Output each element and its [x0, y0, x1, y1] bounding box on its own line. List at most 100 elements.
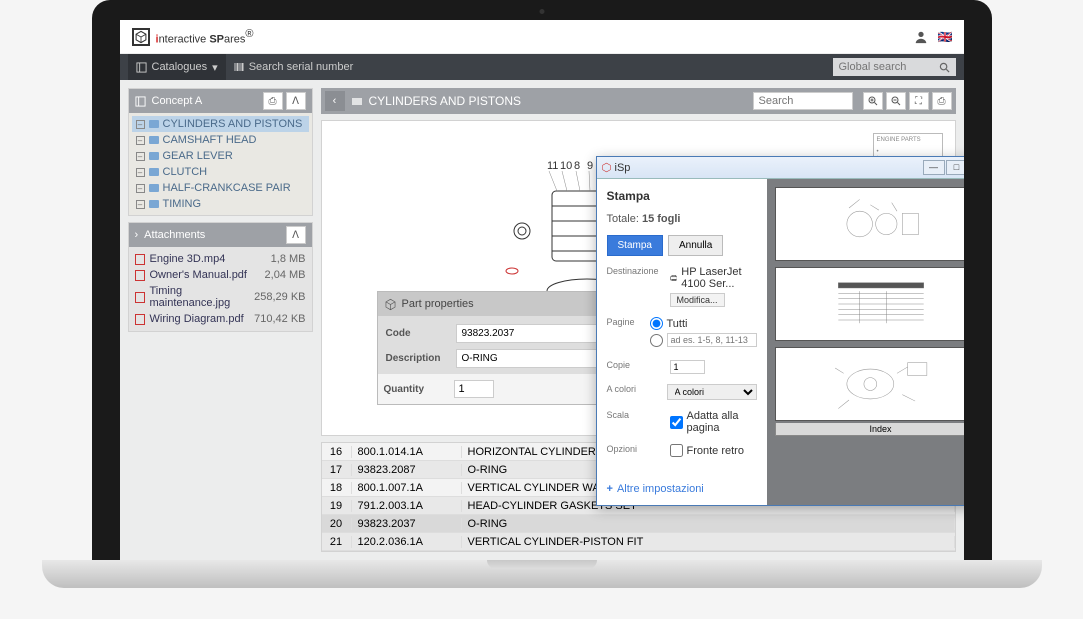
print-button[interactable]: Stampa	[607, 235, 663, 256]
tree-item-label: GEAR LEVER	[163, 150, 233, 162]
flag-icon[interactable]: 🇬🇧	[938, 30, 952, 44]
pages-all-radio[interactable]	[650, 317, 663, 330]
preview-page[interactable]	[775, 347, 964, 421]
tree-item[interactable]: –TIMING	[132, 196, 309, 212]
attachment-row[interactable]: Owner's Manual.pdf2,04 MB	[135, 267, 306, 283]
print-icon[interactable]: ⎙	[932, 92, 952, 110]
expand-icon[interactable]: –	[136, 152, 145, 161]
expand-icon[interactable]: –	[136, 200, 145, 209]
zoom-out-icon[interactable]	[886, 92, 906, 110]
folder-icon	[149, 136, 159, 144]
attachment-name: Wiring Diagram.pdf	[150, 313, 255, 325]
svg-text:11: 11	[547, 160, 558, 172]
modify-button[interactable]: Modifica...	[670, 293, 725, 307]
pages-all-label: Tutti	[667, 318, 688, 330]
user-icon[interactable]	[914, 30, 928, 44]
printer-icon	[670, 273, 678, 283]
tree-item[interactable]: – CYLINDERS AND PISTONS	[132, 116, 309, 132]
logo-icon	[132, 28, 150, 46]
preview-index: Index	[775, 423, 964, 436]
file-icon	[135, 314, 145, 325]
dialog-title: Part properties	[402, 298, 474, 310]
attachment-size: 1,8 MB	[271, 253, 306, 265]
catalogues-label: Catalogues	[152, 61, 208, 73]
attachment-size: 258,29 KB	[254, 291, 305, 303]
fit-page-checkbox[interactable]	[670, 416, 683, 429]
fullscreen-icon[interactable]: ⛶	[909, 92, 929, 110]
description-label: Description	[386, 353, 456, 364]
back-button[interactable]: ‹	[325, 91, 345, 111]
diagram-search-input[interactable]	[753, 92, 853, 110]
folder-icon	[149, 120, 159, 128]
search-icon[interactable]	[933, 62, 956, 73]
table-row[interactable]: 2093823.2037O-RING	[322, 515, 955, 533]
table-row[interactable]: 21120.2.036.1AVERTICAL CYLINDER-PISTON F…	[322, 533, 955, 551]
print-dialog: iSp — □ ✕ Stampa Totale: 15 fogli	[596, 156, 964, 506]
main-header: ‹ CYLINDERS AND PISTONS ⛶ ⎙	[321, 88, 956, 114]
tree-item[interactable]: – CAMSHAFT HEAD	[132, 132, 309, 148]
tree-item-label: CYLINDERS AND PISTONS	[163, 118, 303, 130]
serial-search[interactable]: Search serial number	[226, 54, 362, 80]
attachments-header: › Attachments ᐱ	[129, 223, 312, 247]
attachment-name: Timing maintenance.jpg	[150, 285, 255, 309]
minimize-button[interactable]: —	[923, 160, 945, 175]
fit-page-label: Adatta alla pagina	[687, 410, 757, 434]
row-code: 120.2.036.1A	[352, 536, 462, 548]
folder-icon	[351, 95, 363, 107]
attachment-size: 2,04 MB	[265, 269, 306, 281]
expand-icon[interactable]: –	[136, 136, 145, 145]
print-preview[interactable]: Index	[767, 179, 964, 505]
nav-bar: Catalogues ▾ Search serial number	[120, 54, 964, 80]
tree-item-label: CAMSHAFT HEAD	[163, 134, 257, 146]
tree-item[interactable]: – HALF-CRANKCASE PAIR	[132, 180, 309, 196]
destination-label: Destinazione	[607, 266, 662, 276]
pages-range-input[interactable]	[667, 333, 757, 347]
expand-icon[interactable]: –	[136, 168, 145, 177]
expand-icon[interactable]: –	[136, 120, 145, 129]
folder-icon	[149, 184, 159, 192]
tree-title: Concept A	[152, 95, 203, 107]
svg-text:8: 8	[574, 160, 580, 172]
pages-label: Pagine	[607, 317, 642, 327]
quantity-input[interactable]	[454, 380, 494, 398]
preview-page[interactable]	[775, 187, 964, 261]
window-titlebar[interactable]: iSp — □ ✕	[597, 157, 964, 179]
color-select[interactable]: A colori	[667, 384, 757, 400]
more-settings-link[interactable]: +Altre impostazioni	[607, 483, 757, 495]
duplex-checkbox[interactable]	[670, 444, 683, 457]
attachment-row[interactable]: Wiring Diagram.pdf710,42 KB	[135, 311, 306, 327]
tree-item[interactable]: – GEAR LEVER	[132, 148, 309, 164]
global-search-input[interactable]	[833, 58, 933, 76]
attachments-panel: › Attachments ᐱ Engine 3D.mp41,8 MB Owne…	[128, 222, 313, 332]
app-icon	[601, 162, 612, 173]
destination-value: HP LaserJet 4100 Ser...	[681, 266, 756, 290]
print-total: Totale: 15 fogli	[607, 213, 757, 225]
preview-page[interactable]	[775, 267, 964, 341]
tree-panel: Concept A ⎙ ᐱ – CYLINDERS AND PISTONS – CA…	[128, 88, 313, 216]
svg-text:10: 10	[560, 160, 572, 172]
attachment-name: Owner's Manual.pdf	[150, 269, 265, 281]
row-desc: VERTICAL CYLINDER-PISTON FIT	[462, 536, 955, 548]
chevron-down-icon: ▾	[212, 61, 218, 74]
print-icon[interactable]: ⎙	[263, 92, 283, 110]
copies-input[interactable]	[670, 360, 705, 374]
scale-label: Scala	[607, 410, 662, 420]
pages-range-radio[interactable]	[650, 334, 663, 347]
cancel-button[interactable]: Annulla	[668, 235, 723, 256]
attachment-row[interactable]: Timing maintenance.jpg258,29 KB	[135, 283, 306, 311]
expand-icon[interactable]: –	[136, 184, 145, 193]
collapse-icon[interactable]: ᐱ	[286, 92, 306, 110]
window-title: iSp	[615, 162, 631, 174]
code-label: Code	[386, 328, 456, 339]
attachment-row[interactable]: Engine 3D.mp41,8 MB	[135, 251, 306, 267]
row-code: 93823.2087	[352, 464, 462, 476]
zoom-in-icon[interactable]	[863, 92, 883, 110]
catalogues-menu[interactable]: Catalogues ▾	[128, 54, 226, 80]
file-icon	[135, 292, 145, 303]
row-num: 19	[322, 500, 352, 512]
tree-item-label: HALF-CRANKCASE PAIR	[163, 182, 291, 194]
row-code: 800.1.007.1A	[352, 482, 462, 494]
tree-item[interactable]: –CLUTCH	[132, 164, 309, 180]
collapse-icon[interactable]: ᐱ	[286, 226, 306, 244]
maximize-button[interactable]: □	[946, 160, 964, 175]
